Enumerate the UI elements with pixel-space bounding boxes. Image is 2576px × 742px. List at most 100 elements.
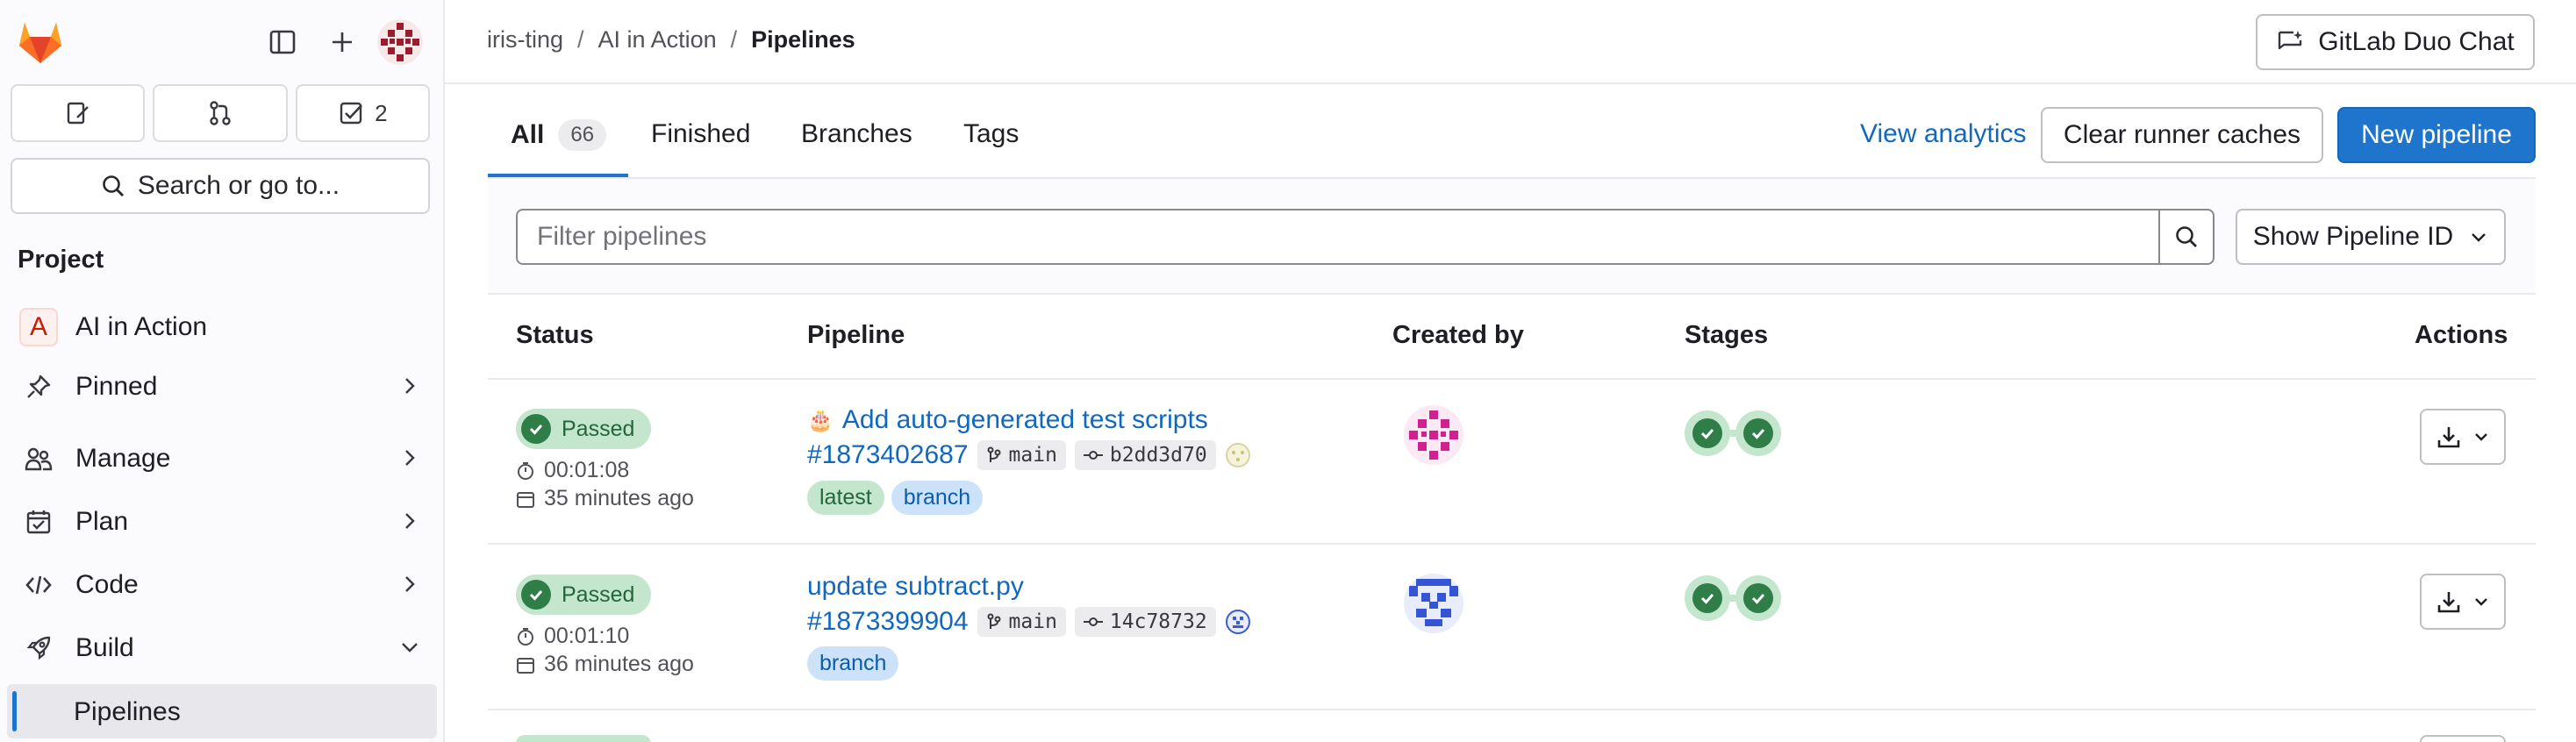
- sidebar-item-pipelines[interactable]: Pipelines: [7, 684, 437, 740]
- breadcrumb-item[interactable]: iris-ting: [487, 26, 563, 54]
- tab-tags[interactable]: Tags: [963, 119, 1019, 149]
- clear-runner-caches-button[interactable]: Clear runner caches: [2041, 107, 2323, 163]
- sidebar-counters: 2: [11, 84, 430, 142]
- user-avatar[interactable]: [377, 19, 423, 65]
- tab-finished[interactable]: Finished: [651, 119, 750, 149]
- stage-status-passed[interactable]: [1685, 575, 1730, 621]
- merge-request-icon: [210, 101, 231, 125]
- todos-counter-button[interactable]: 2: [295, 84, 430, 142]
- download-artifacts-dropdown[interactable]: [2420, 574, 2506, 630]
- check-icon: [1692, 418, 1722, 448]
- sidebar-toggle-icon[interactable]: [261, 21, 304, 63]
- chat-sparkle-icon: [2279, 31, 2303, 50]
- tab-count-badge: 66: [558, 119, 607, 151]
- sidebar-item-code[interactable]: Code: [7, 557, 437, 613]
- timer-icon: [518, 627, 533, 646]
- sidebar-item-build[interactable]: Build: [7, 620, 437, 676]
- show-pipeline-id-label: Show Pipeline ID: [2252, 222, 2454, 251]
- tab-all[interactable]: All 66: [511, 119, 607, 151]
- check-circle-icon: [521, 580, 551, 610]
- download-artifacts-dropdown[interactable]: [2420, 735, 2506, 742]
- pipeline-stages: [1685, 575, 1781, 621]
- commit-icon: [1083, 617, 1103, 626]
- download-artifacts-dropdown[interactable]: [2420, 409, 2506, 465]
- show-pipeline-id-dropdown[interactable]: Show Pipeline ID: [2236, 209, 2506, 265]
- label-branch: branch: [807, 646, 899, 681]
- chevron-down-icon: [2475, 598, 2487, 606]
- pipeline-stages: [1685, 410, 1781, 456]
- branch-ref[interactable]: main: [977, 607, 1066, 637]
- commit-sha[interactable]: b2dd3d70: [1074, 440, 1216, 470]
- sidebar-section-title: Project: [18, 246, 104, 274]
- tab-label: Finished: [651, 119, 751, 148]
- chevron-down-icon: [2475, 433, 2487, 441]
- stage-status-passed[interactable]: [1735, 575, 1781, 621]
- pipeline-id-link[interactable]: #1873399904: [807, 607, 969, 637]
- label-latest: latest: [807, 481, 884, 515]
- branch-ref[interactable]: main: [977, 440, 1066, 470]
- pipeline-labels: branch: [807, 646, 899, 681]
- filter-placeholder: Filter pipelines: [537, 222, 707, 251]
- view-analytics-link[interactable]: View analytics: [1860, 119, 2027, 149]
- search-or-go-to-button[interactable]: Search or go to...: [11, 158, 430, 214]
- status-badge[interactable]: Passed: [516, 409, 651, 449]
- download-icon: [2437, 427, 2460, 448]
- tab-branches[interactable]: Branches: [801, 119, 912, 149]
- pin-icon: [19, 374, 58, 400]
- status-badge[interactable]: Passed: [516, 574, 651, 615]
- sidebar-item-label: Manage: [75, 444, 171, 473]
- download-icon: [2437, 592, 2460, 613]
- sidebar: 2 Search or go to... Project A AI in Act…: [0, 0, 445, 742]
- commit-author-avatar[interactable]: [1225, 442, 1251, 468]
- duration: 00:01:10: [516, 624, 629, 649]
- gitlab-duo-chat-button[interactable]: GitLab Duo Chat: [2256, 14, 2535, 70]
- created-by-avatar[interactable]: [1404, 405, 1463, 465]
- gitlab-tanuki-icon[interactable]: [16, 19, 65, 65]
- duration-text: 00:01:08: [544, 458, 630, 482]
- chevron-right-icon: [405, 450, 415, 466]
- project-badge: A: [19, 308, 58, 346]
- sidebar-item-label: Pipelines: [74, 697, 181, 726]
- new-pipeline-button[interactable]: New pipeline: [2337, 107, 2536, 163]
- check-icon: [1743, 583, 1773, 613]
- sidebar-header: [0, 0, 443, 84]
- breadcrumb-item[interactable]: AI in Action: [598, 26, 717, 54]
- stage-status-passed[interactable]: [1685, 410, 1730, 456]
- breadcrumb-current[interactable]: Pipelines: [751, 26, 855, 54]
- sidebar-item-plan[interactable]: Plan: [7, 494, 437, 550]
- chevron-down-icon: [402, 643, 418, 653]
- status-label: Passed: [562, 581, 635, 607]
- status-badge[interactable]: [516, 735, 651, 742]
- pipeline-commit-title[interactable]: update subtract.py: [807, 572, 1024, 602]
- finished-text: 35 minutes ago: [544, 486, 694, 510]
- pipeline-commit-title[interactable]: 🎂 Add auto-generated test scripts: [807, 405, 1208, 435]
- commit-sha[interactable]: 14c78732: [1074, 607, 1216, 637]
- breadcrumb: iris-ting / AI in Action / Pipelines: [487, 26, 855, 54]
- users-icon: [19, 446, 58, 472]
- chevron-right-icon: [405, 576, 415, 592]
- branch-name: main: [1008, 444, 1057, 467]
- filter-pipelines-input[interactable]: Filter pipelines: [516, 209, 2160, 265]
- sidebar-item-pinned[interactable]: Pinned: [7, 359, 437, 415]
- sidebar-item-project[interactable]: A AI in Action: [7, 299, 437, 355]
- pipeline-id-link[interactable]: #1873402687: [807, 440, 969, 470]
- branch-icon: [987, 613, 1001, 629]
- issues-counter-button[interactable]: [11, 84, 146, 142]
- calendar-icon: [517, 491, 534, 508]
- filter-search-button[interactable]: [2158, 209, 2215, 265]
- finished-time: 35 minutes ago: [516, 486, 694, 511]
- commit-author-avatar[interactable]: [1225, 609, 1251, 635]
- breadcrumb-separator: /: [577, 26, 584, 53]
- merge-requests-counter-button[interactable]: [153, 84, 288, 142]
- rocket-icon: [19, 635, 58, 661]
- breadcrumb-separator: /: [730, 26, 738, 53]
- stage-status-passed[interactable]: [1735, 410, 1781, 456]
- created-by-avatar[interactable]: [1404, 574, 1463, 633]
- commit-sha-text: b2dd3d70: [1109, 444, 1207, 467]
- sidebar-item-manage[interactable]: Manage: [7, 431, 437, 487]
- calendar-icon: [517, 657, 534, 674]
- commit-sha-text: 14c78732: [1109, 610, 1207, 633]
- sidebar-item-label: Plan: [75, 507, 129, 536]
- sidebar-item-label: AI in Action: [75, 312, 208, 341]
- plus-icon[interactable]: [321, 21, 363, 63]
